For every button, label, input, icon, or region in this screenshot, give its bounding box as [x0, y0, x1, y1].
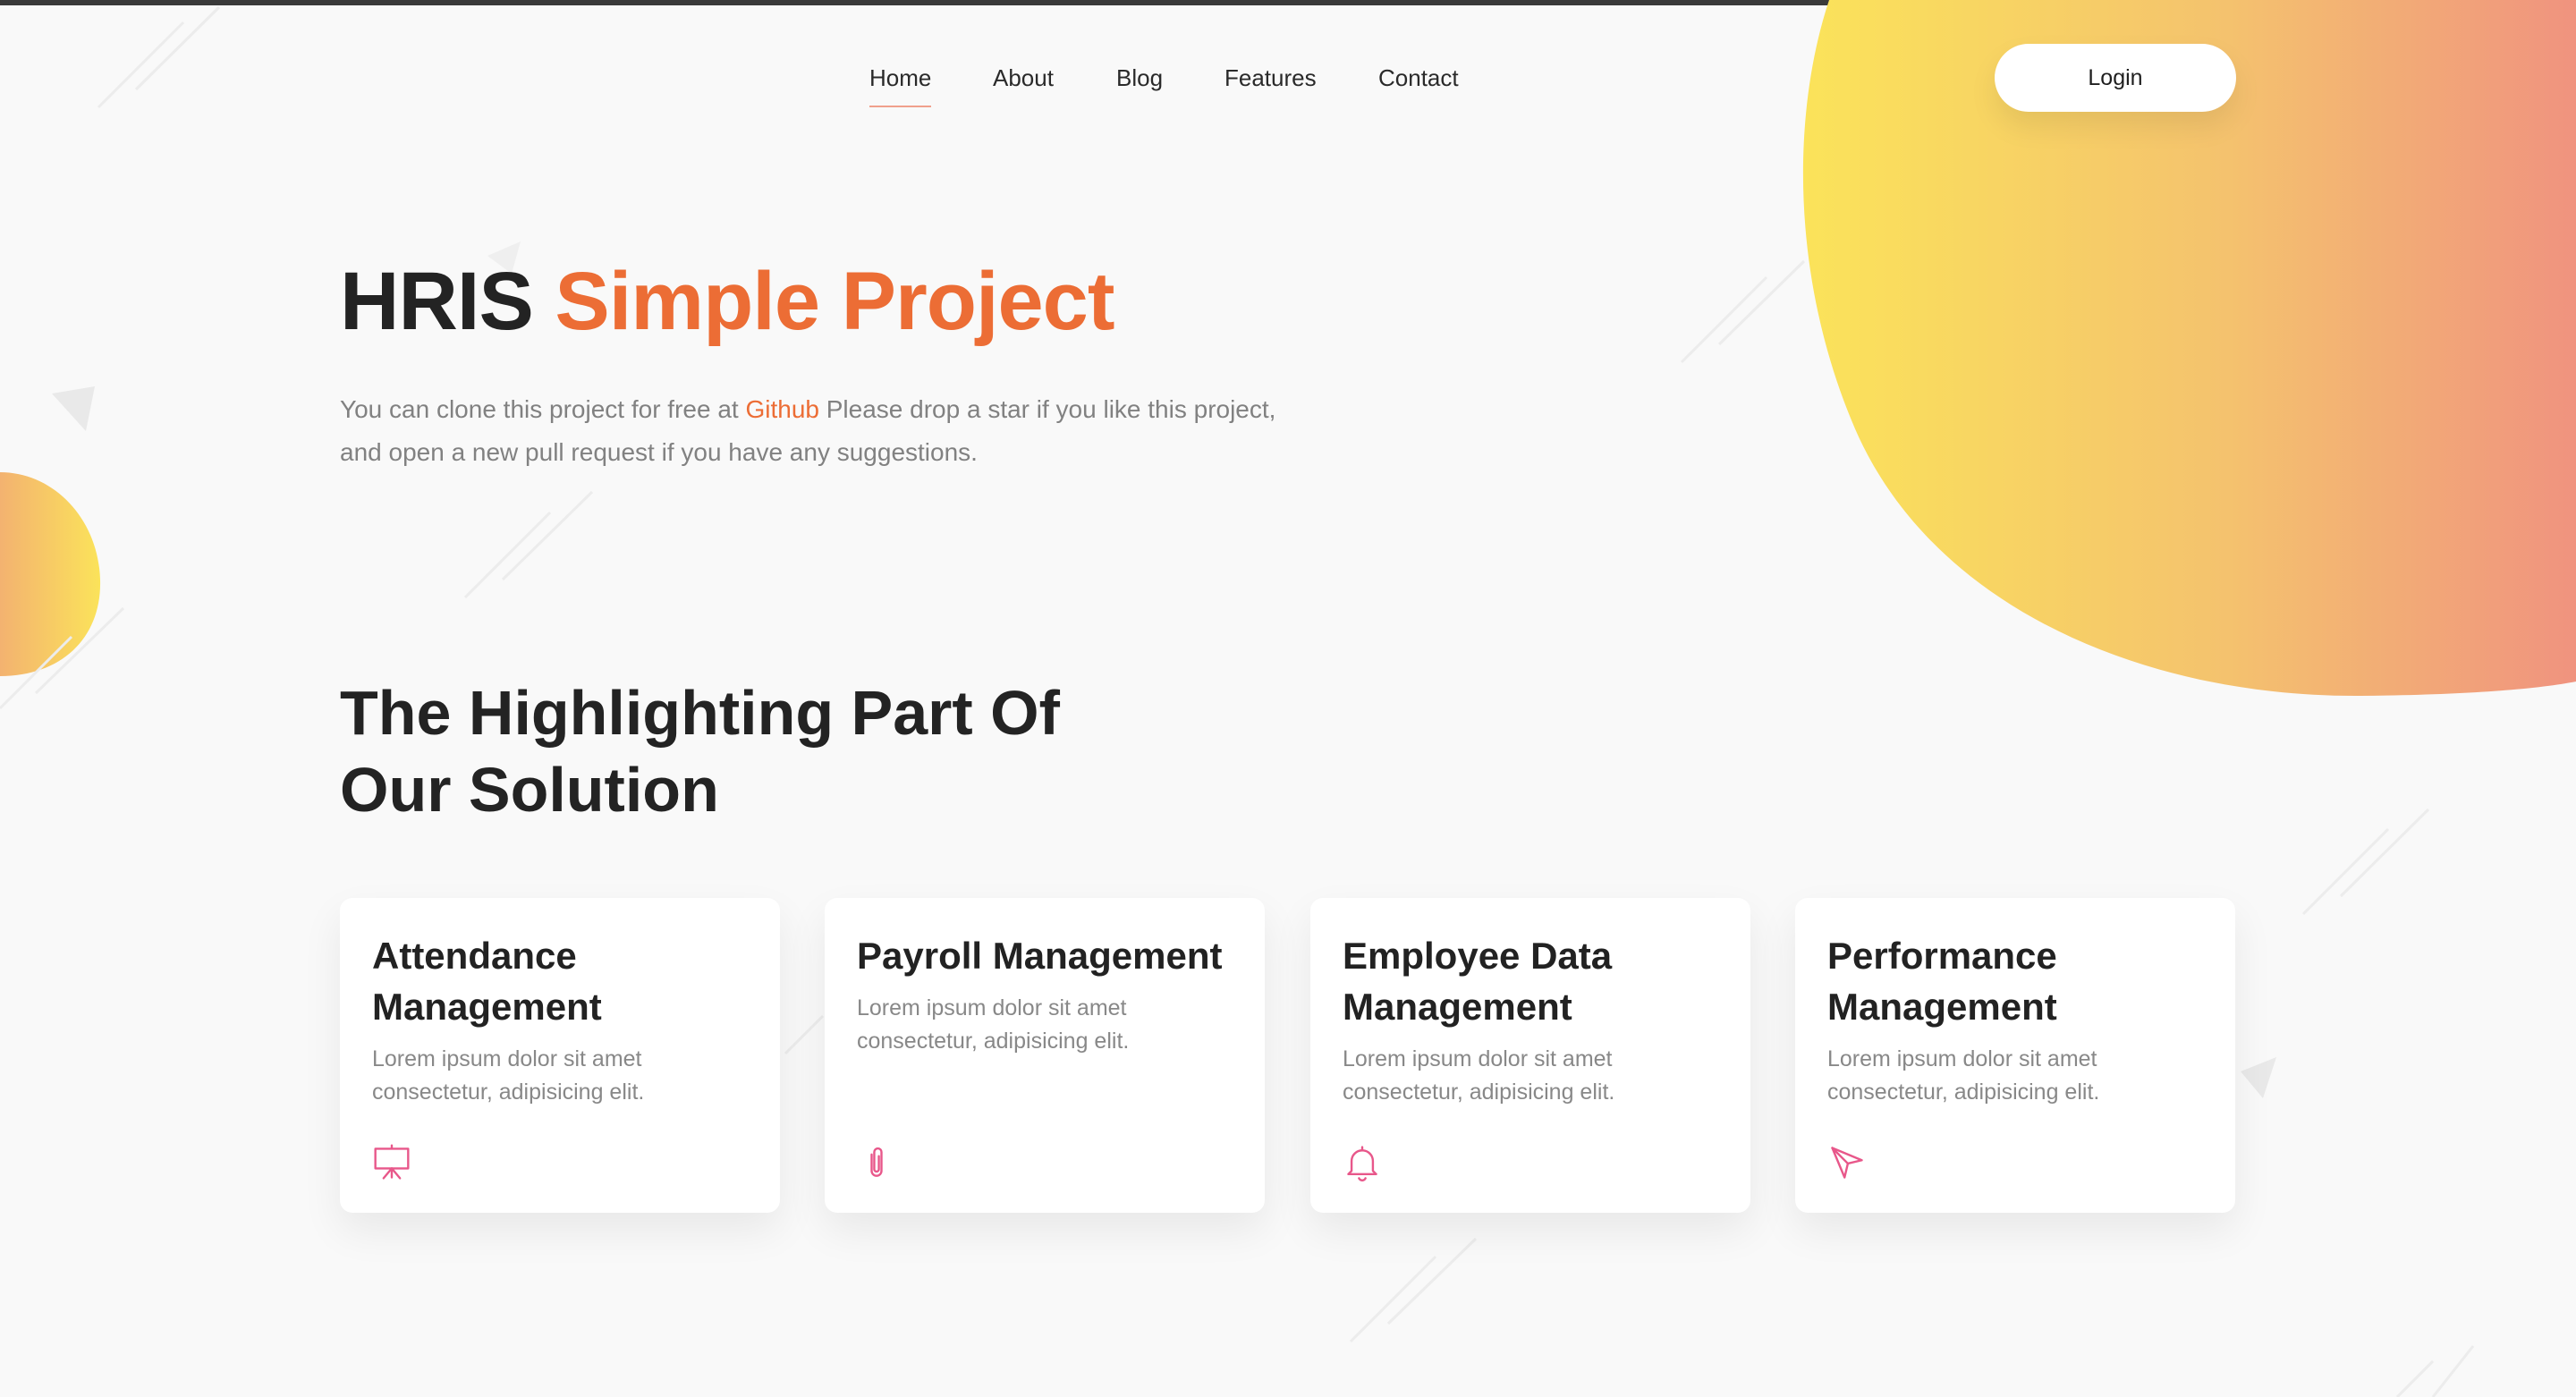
nav-blog[interactable]: Blog — [1116, 63, 1163, 93]
hero-description: You can clone this project for free at G… — [340, 388, 1288, 474]
send-arrow-icon — [1827, 1143, 1867, 1182]
card-description: Lorem ipsum dolor sit amet consectetur, … — [857, 995, 1130, 1054]
github-link[interactable]: Github — [745, 395, 819, 423]
card-title: Payroll Management — [857, 935, 1223, 977]
hero-title: HRIS Simple Project — [340, 252, 1114, 351]
card-title: Attendance Management — [372, 935, 602, 1028]
nav-features[interactable]: Features — [1224, 63, 1317, 93]
hero-title-accent: Simple Project — [555, 256, 1114, 347]
left-gradient-blob — [0, 472, 101, 676]
presentation-board-icon — [372, 1143, 411, 1182]
nav-home[interactable]: Home — [869, 63, 932, 107]
feature-card-payroll[interactable]: Payroll Management Lorem ipsum dolor sit… — [825, 898, 1265, 1213]
bell-icon — [1343, 1143, 1382, 1182]
nav-contact[interactable]: Contact — [1378, 63, 1459, 93]
hero-desc-before: You can clone this project for free at — [340, 395, 739, 423]
feature-card-employee-data[interactable]: Employee Data Management Lorem ipsum dol… — [1310, 898, 1750, 1213]
card-title: Employee Data Management — [1343, 935, 1613, 1028]
card-description: Lorem ipsum dolor sit amet consectetur, … — [372, 1046, 645, 1105]
features-section-title: The Highlighting Part Of Our Solution — [340, 678, 1060, 825]
feature-card-performance[interactable]: Performance Management Lorem ipsum dolor… — [1795, 898, 2235, 1213]
login-button[interactable]: Login — [1995, 44, 2236, 112]
hero-title-main: HRIS — [340, 256, 534, 347]
card-description: Lorem ipsum dolor sit amet consectetur, … — [1827, 1046, 2100, 1105]
paperclip-icon — [857, 1143, 896, 1182]
feature-card-attendance[interactable]: Attendance Management Lorem ipsum dolor … — [340, 898, 780, 1213]
card-title: Performance Management — [1827, 935, 2057, 1028]
nav-about[interactable]: About — [993, 63, 1054, 93]
card-description: Lorem ipsum dolor sit amet consectetur, … — [1343, 1046, 1615, 1105]
window-top-bar — [0, 0, 2576, 5]
